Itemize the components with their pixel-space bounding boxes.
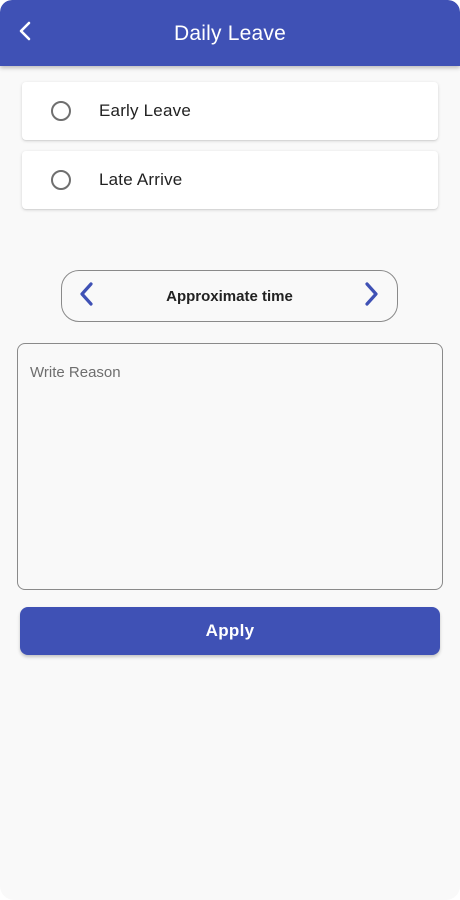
option-label: Late Arrive <box>99 170 183 189</box>
radio-button-unchecked-icon[interactable] <box>51 101 71 121</box>
app-bar: Daily Leave <box>0 0 460 66</box>
option-early-leave[interactable]: Early Leave <box>22 82 438 140</box>
daily-leave-screen: Daily Leave Early Leave Late Arrive Appr… <box>0 0 460 900</box>
approximate-time-selector: Approximate time <box>61 270 398 322</box>
next-time-button[interactable] <box>358 281 384 312</box>
option-late-arrive[interactable]: Late Arrive <box>22 151 438 209</box>
reason-field <box>17 343 443 590</box>
chevron-right-icon <box>360 281 382 312</box>
page-title: Daily Leave <box>174 22 286 45</box>
radio-button-unchecked-icon[interactable] <box>51 170 71 190</box>
apply-button[interactable]: Apply <box>20 607 440 655</box>
approximate-time-label: Approximate time <box>166 288 293 305</box>
option-label: Early Leave <box>99 101 191 120</box>
reason-input[interactable] <box>30 364 430 574</box>
